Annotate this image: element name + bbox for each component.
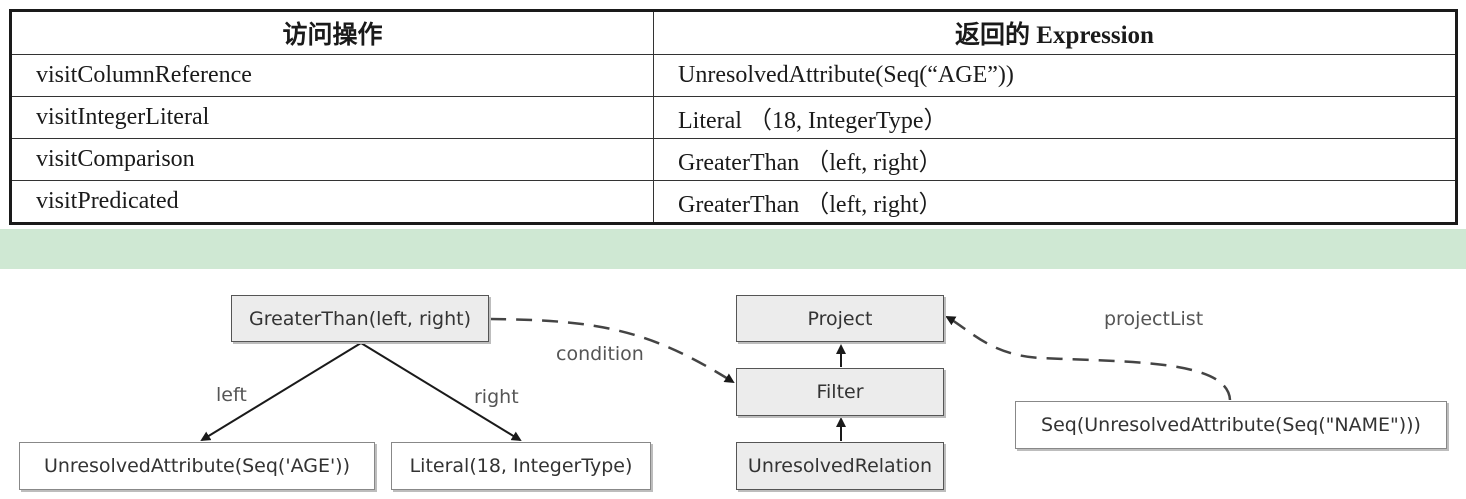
edge-label-left: left: [216, 384, 247, 406]
node-seq-name: Seq(UnresolvedAttribute(Seq("NAME"))): [1015, 401, 1447, 449]
node-unresolved-relation: UnresolvedRelation: [736, 442, 944, 490]
edge-label-right: right: [474, 386, 519, 408]
node-filter: Filter: [736, 368, 944, 416]
node-project: Project: [736, 295, 944, 342]
node-unresolved-attribute-age: UnresolvedAttribute(Seq('AGE')): [19, 442, 375, 490]
edge-label-project-list: projectList: [1104, 308, 1204, 330]
edge-label-condition: condition: [556, 343, 644, 365]
node-literal: Literal(18, IntegerType): [391, 442, 651, 490]
node-greater-than: GreaterThan(left, right): [231, 295, 489, 342]
